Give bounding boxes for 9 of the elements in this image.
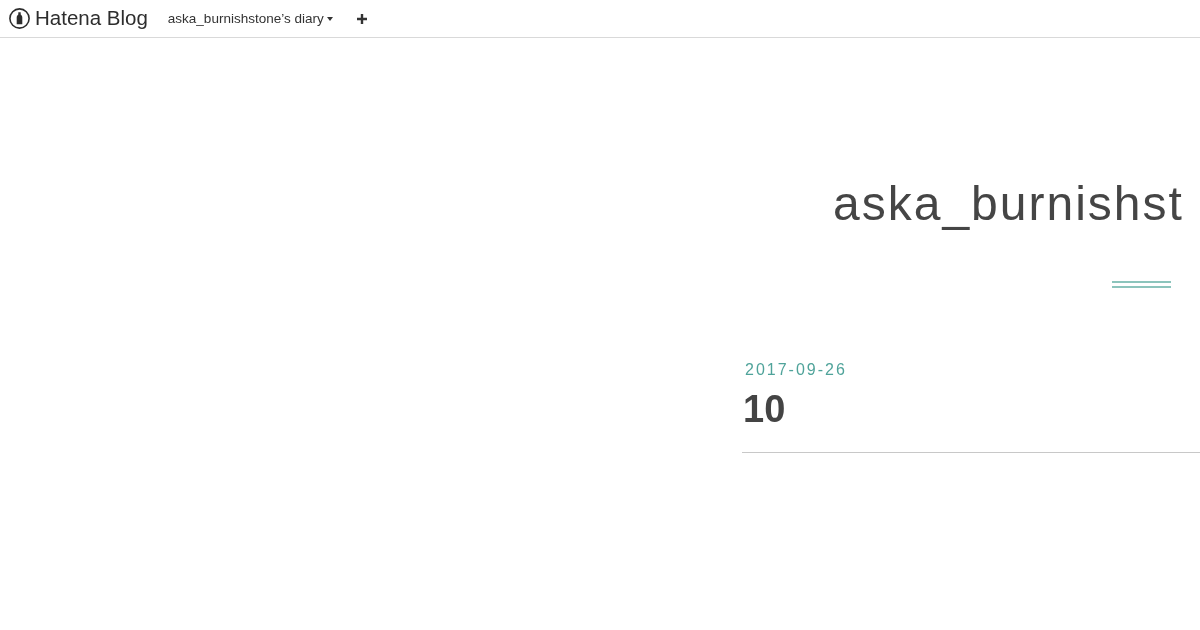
entry-title[interactable]: 10 (743, 386, 786, 433)
double-line-ornament (1112, 280, 1171, 288)
caret-icon (326, 16, 333, 21)
blog-menu-button[interactable]: aska_burnishstone’s diary (167, 11, 333, 26)
logo-icon (9, 8, 30, 29)
add-button[interactable] (356, 13, 367, 24)
blog-title[interactable]: aska_burnishst (833, 175, 1184, 233)
plus-icon (356, 13, 367, 24)
logo-link[interactable]: Hatena Blog (9, 8, 148, 29)
